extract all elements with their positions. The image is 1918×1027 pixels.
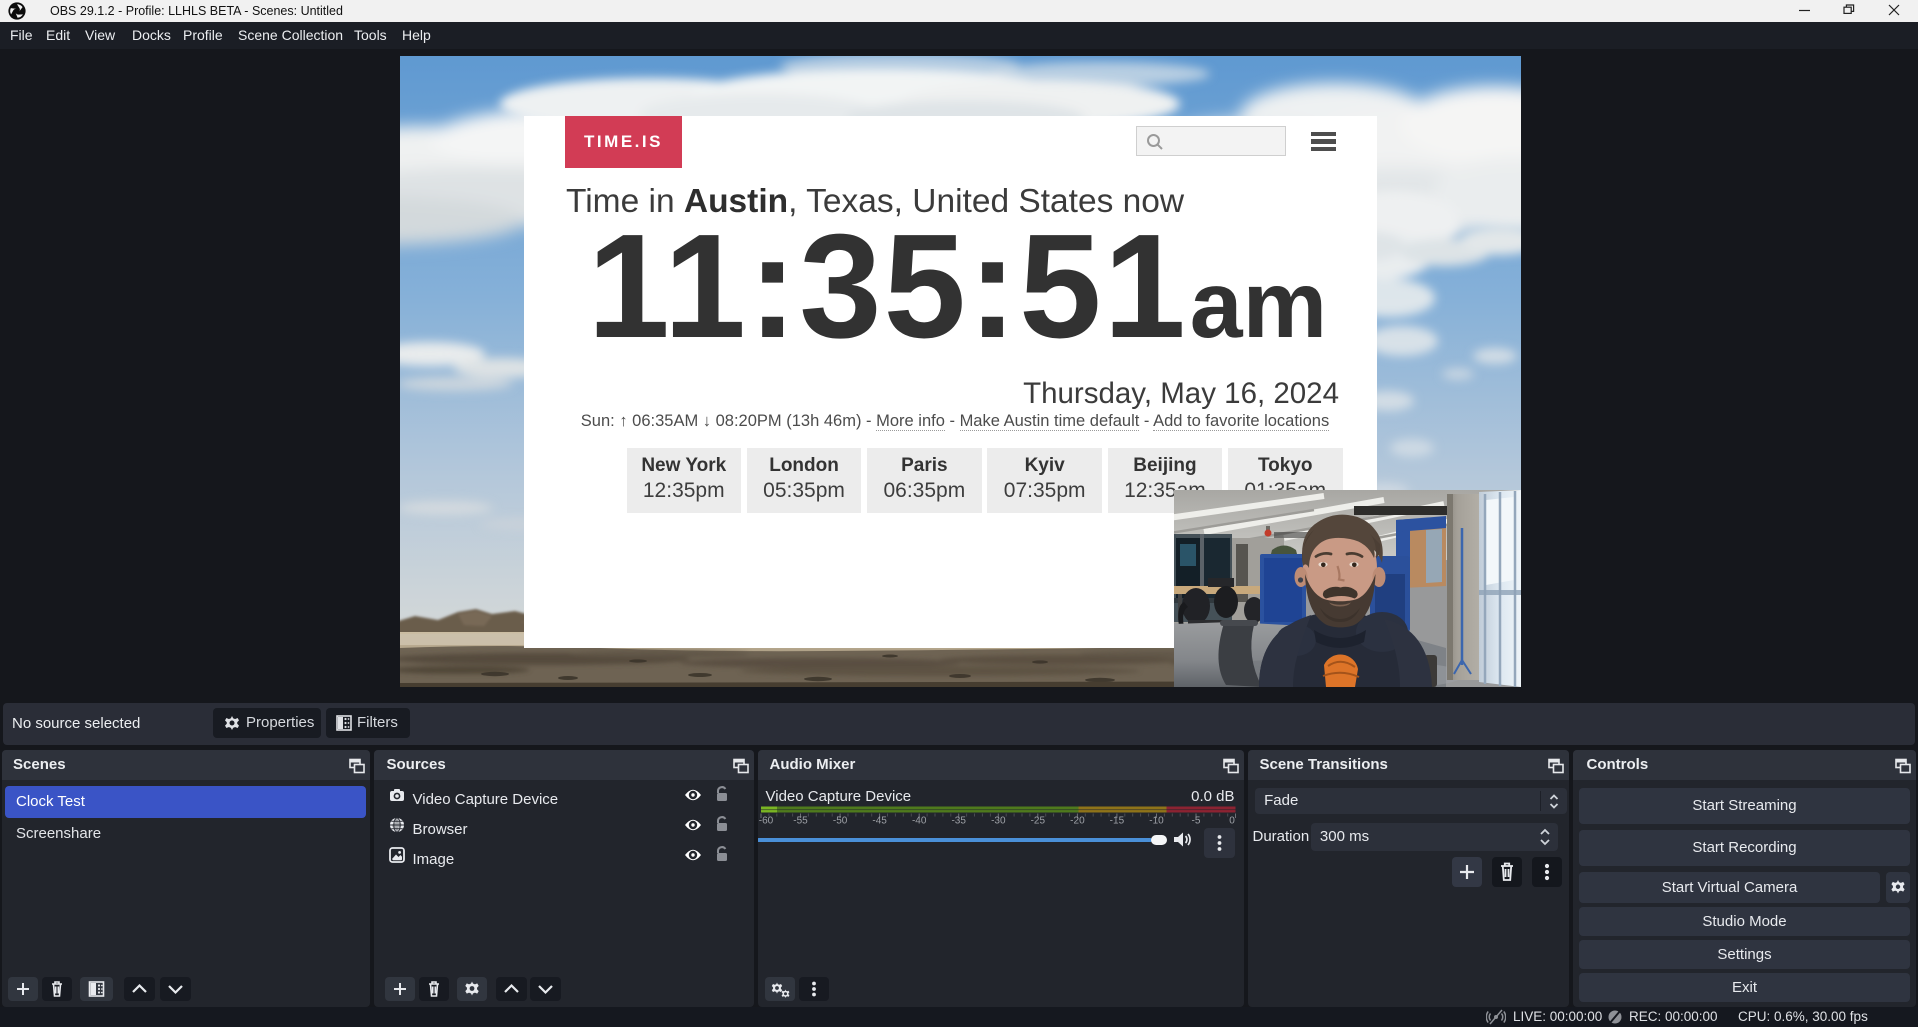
svg-text:-50: -50 [832, 815, 847, 826]
svg-text:-5: -5 [1191, 815, 1200, 826]
svg-text:-60: -60 [758, 815, 773, 826]
svg-text:-20: -20 [1070, 815, 1085, 826]
svg-text:-30: -30 [991, 815, 1006, 826]
svg-text:-45: -45 [872, 815, 887, 826]
svg-text:-10: -10 [1149, 815, 1164, 826]
svg-text:-25: -25 [1030, 815, 1045, 826]
svg-text:-15: -15 [1109, 815, 1124, 826]
svg-text:0: 0 [1229, 815, 1235, 826]
svg-text:-40: -40 [911, 815, 926, 826]
svg-text:-35: -35 [951, 815, 966, 826]
svg-text:-55: -55 [793, 815, 808, 826]
